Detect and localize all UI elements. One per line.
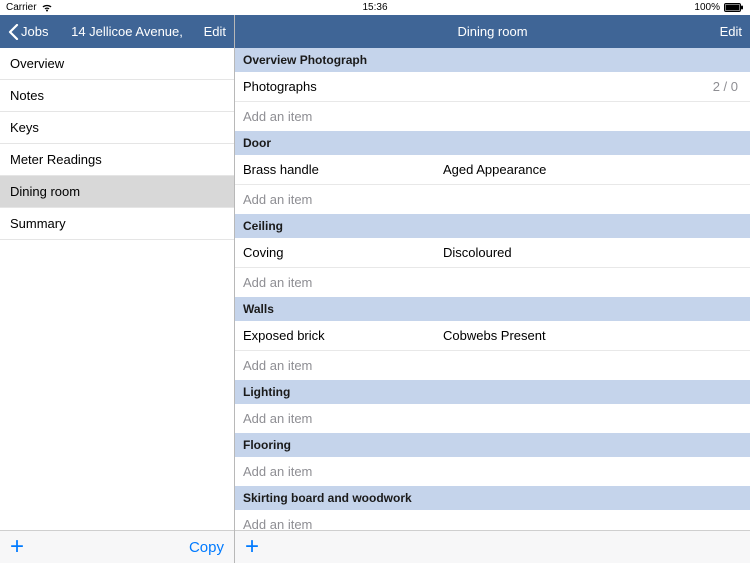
- battery-pct: 100%: [694, 2, 720, 13]
- sidebar-item-keys[interactable]: Keys: [0, 112, 234, 144]
- sidebar-list: Overview Notes Keys Meter Readings Dining ro…: [0, 48, 234, 530]
- master-pane: Jobs 14 Jellicoe Avenue, Edit Overview No…: [0, 15, 235, 563]
- section-header: Overview Photograph: [235, 48, 750, 72]
- section-header: Walls: [235, 297, 750, 321]
- back-button[interactable]: Jobs: [8, 24, 48, 40]
- sidebar-item-label: Meter Readings: [10, 152, 102, 167]
- add-item-row[interactable]: Add an item: [235, 102, 750, 131]
- left-toolbar: + Copy: [0, 530, 234, 563]
- sidebar-item-label: Notes: [10, 88, 44, 103]
- sidebar-item-label: Dining room: [10, 184, 80, 199]
- right-toolbar: +: [235, 530, 750, 563]
- add-item-row[interactable]: Add an item: [235, 351, 750, 380]
- item-row[interactable]: Exposed brickCobwebs Present: [235, 321, 750, 351]
- right-nav-title: Dining room: [235, 24, 750, 39]
- sidebar-item-summary[interactable]: Summary: [0, 208, 234, 240]
- sidebar-item-notes[interactable]: Notes: [0, 80, 234, 112]
- right-edit-button[interactable]: Edit: [720, 24, 742, 39]
- item-row[interactable]: Photographs 2 / 0: [235, 72, 750, 102]
- item-name: Exposed brick: [243, 328, 443, 343]
- add-button[interactable]: +: [10, 535, 24, 559]
- item-name: Coving: [243, 245, 443, 260]
- carrier-label: Carrier: [6, 2, 37, 13]
- item-name: Brass handle: [243, 162, 443, 177]
- add-item-row[interactable]: Add an item: [235, 185, 750, 214]
- item-row[interactable]: Brass handleAged Appearance: [235, 155, 750, 185]
- sidebar-item-overview[interactable]: Overview: [0, 48, 234, 80]
- detail-content: Overview Photograph Photographs 2 / 0 Add a…: [235, 48, 750, 530]
- section-header: Flooring: [235, 433, 750, 457]
- section-header: Ceiling: [235, 214, 750, 238]
- sidebar-item-label: Overview: [10, 56, 64, 71]
- sidebar-item-meter-readings[interactable]: Meter Readings: [0, 144, 234, 176]
- item-condition: Aged Appearance: [443, 162, 742, 177]
- sidebar-item-label: Keys: [10, 120, 39, 135]
- item-row[interactable]: CovingDiscoloured: [235, 238, 750, 268]
- section-header: Skirting board and woodwork: [235, 486, 750, 510]
- detail-add-button[interactable]: +: [245, 535, 259, 559]
- back-label: Jobs: [21, 24, 48, 39]
- clock: 15:36: [362, 2, 387, 13]
- right-navbar: Dining room Edit: [235, 15, 750, 48]
- item-count: 2 / 0: [713, 79, 742, 94]
- detail-pane: Dining room Edit Overview PhotographPhot…: [235, 15, 750, 563]
- status-bar: Carrier 15:36 100%: [0, 0, 750, 15]
- item-condition: Cobwebs Present: [443, 328, 742, 343]
- add-item-row[interactable]: Add an item: [235, 457, 750, 486]
- section-header: Lighting: [235, 380, 750, 404]
- left-edit-button[interactable]: Edit: [204, 24, 226, 39]
- add-item-row[interactable]: Add an item: [235, 404, 750, 433]
- sidebar-item-label: Summary: [10, 216, 66, 231]
- item-condition: Discoloured: [443, 245, 742, 260]
- section-header: Door: [235, 131, 750, 155]
- wifi-icon: [41, 3, 53, 12]
- sidebar-item-dining-room[interactable]: Dining room: [0, 176, 234, 208]
- add-item-row[interactable]: Add an item: [235, 268, 750, 297]
- chevron-left-icon: [8, 24, 19, 40]
- left-navbar: Jobs 14 Jellicoe Avenue, Edit: [0, 15, 234, 48]
- item-name: Photographs: [243, 79, 443, 94]
- add-item-row[interactable]: Add an item: [235, 510, 750, 530]
- copy-button[interactable]: Copy: [189, 539, 224, 556]
- battery-icon: [724, 3, 744, 12]
